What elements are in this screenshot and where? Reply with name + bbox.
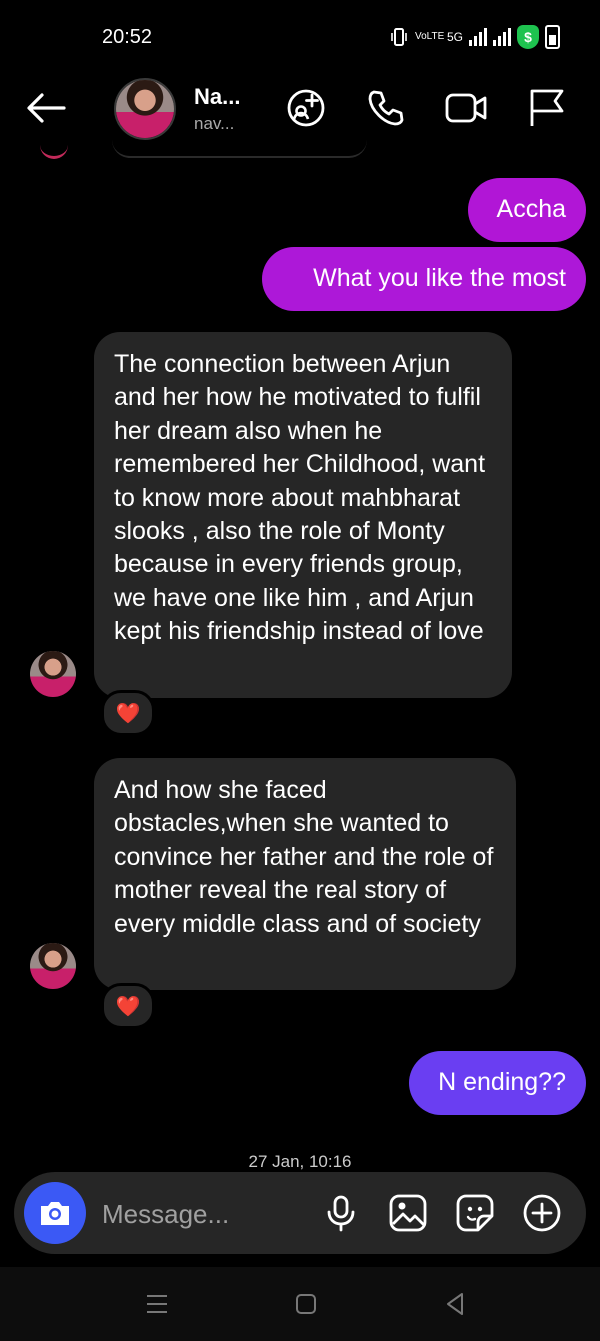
sender-avatar[interactable] — [30, 943, 76, 989]
message-text: And how she faced obstacles,when she wan… — [114, 776, 494, 938]
status-icons: VoLTE 5G $ — [389, 24, 560, 50]
avatar-image — [30, 651, 76, 697]
signal-icon-2 — [493, 28, 511, 46]
heart-icon: ❤️ — [115, 995, 141, 1018]
gallery-icon[interactable] — [387, 1192, 429, 1234]
date-separator: 27 Jan, 10:16 — [248, 1152, 352, 1171]
home-icon[interactable] — [291, 1289, 321, 1319]
incoming-message[interactable]: The connection between Arjun and her how… — [94, 332, 512, 698]
camera-icon — [41, 1202, 69, 1225]
outgoing-message[interactable]: What you like the most — [262, 247, 586, 311]
battery-icon — [545, 25, 560, 49]
contact-name[interactable]: Na... — [194, 84, 240, 110]
camera-button[interactable] — [24, 1182, 86, 1244]
volte-label: VoLTE — [414, 31, 445, 42]
phone-icon[interactable] — [364, 86, 408, 130]
heart-icon: ❤️ — [115, 702, 141, 725]
avatar-image — [30, 943, 76, 989]
back-icon[interactable] — [440, 1289, 470, 1319]
outgoing-message[interactable]: N ending?? — [409, 1051, 586, 1115]
incoming-message[interactable]: And how she faced obstacles,when she wan… — [94, 758, 516, 990]
network-label: 5G — [446, 30, 463, 44]
status-time: 20:52 — [102, 26, 153, 48]
reaction-badge[interactable]: ❤️ — [101, 690, 155, 736]
video-camera-icon[interactable] — [444, 86, 488, 130]
menu-icon[interactable] — [142, 1289, 172, 1319]
message-input[interactable] — [100, 1190, 314, 1238]
previous-message-bubble — [112, 130, 367, 158]
message-composer — [14, 1172, 586, 1254]
video-chat-add-icon[interactable] — [284, 86, 328, 130]
outgoing-message[interactable]: Accha — [468, 178, 586, 242]
previous-avatar — [40, 140, 68, 159]
vibrate-icon — [391, 28, 407, 46]
message-text: The connection between Arjun and her how… — [114, 350, 486, 646]
back-arrow-icon[interactable] — [24, 86, 68, 130]
message-text: N ending?? — [438, 1068, 566, 1097]
shield-icon: $ — [517, 25, 539, 49]
flag-icon[interactable] — [524, 86, 568, 130]
message-text: Accha — [496, 195, 566, 224]
microphone-icon[interactable] — [320, 1192, 362, 1234]
message-text: What you like the most — [313, 264, 566, 293]
sticker-icon[interactable] — [454, 1192, 496, 1234]
signal-icon — [469, 28, 487, 46]
sender-avatar[interactable] — [30, 651, 76, 697]
system-nav-bar — [0, 1267, 600, 1341]
reaction-badge[interactable]: ❤️ — [101, 983, 155, 1029]
plus-icon[interactable] — [521, 1192, 563, 1234]
